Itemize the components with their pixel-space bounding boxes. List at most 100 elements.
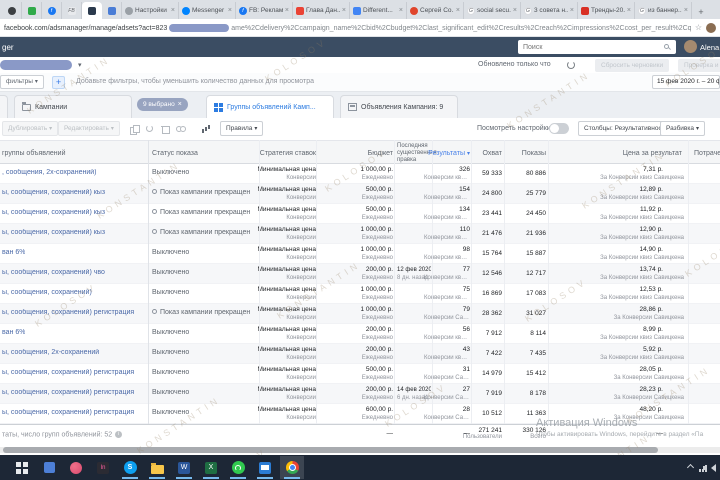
date-range-picker[interactable]: 15 фев 2020 г. – 20 ф: [652, 75, 720, 89]
new-tab-button[interactable]: [694, 5, 708, 19]
table-row[interactable]: ван 6% Выключено Минимальная цена Конверс…: [0, 324, 720, 344]
col-strategy[interactable]: Стратегия ставок: [230, 150, 316, 157]
adset-name-link[interactable]: ы, сообщения, сохранений) регистрация: [2, 309, 134, 316]
adset-name-link[interactable]: ы, сообщения, сохранений) регистрация: [2, 389, 134, 396]
rules-button[interactable]: Правила: [220, 121, 264, 136]
table-row[interactable]: ы, сообщения, 2х-сохранений Выключено Ми…: [0, 344, 720, 364]
close-icon[interactable]: [399, 7, 403, 14]
trash-icon[interactable]: [161, 125, 170, 134]
adset-name-link[interactable]: ван 6%: [2, 329, 25, 336]
adset-name-link[interactable]: ы, сообщения, сохранений) чво: [2, 269, 105, 276]
user-menu[interactable]: Alena: [700, 43, 720, 52]
copy-icon[interactable]: [130, 125, 140, 135]
table-row[interactable]: ы, сообщения, сохранений) кыз Показ камп…: [0, 224, 720, 244]
tab-adsets[interactable]: Группы объявлений Камп...: [206, 95, 334, 118]
browser-tab[interactable]: Gsocial secu...: [464, 2, 521, 19]
explorer-icon[interactable]: [145, 456, 169, 479]
indesign-icon[interactable]: In: [91, 456, 115, 479]
browser-tab[interactable]: fFB: Реклама в...: [236, 2, 293, 19]
start-icon[interactable]: [10, 456, 34, 479]
table-row[interactable]: ы, сообщения, сохранений) регистрация Вы…: [0, 384, 720, 404]
bookmark-star-icon[interactable]: ☆: [695, 23, 702, 32]
duplicate-button[interactable]: Дублировать: [2, 121, 59, 136]
col-results-sorted[interactable]: Результаты: [420, 150, 470, 157]
browser-tab[interactable]: Сергей Со...: [407, 2, 464, 19]
review-publish-button[interactable]: Проверка и публ: [678, 59, 720, 72]
tab-fragment[interactable]: а: [0, 95, 8, 118]
adset-name-link[interactable]: ван 6%: [2, 249, 25, 256]
col-name[interactable]: группы объявлений: [2, 150, 65, 157]
adset-name-link[interactable]: , сообщения, 2х-сохранений): [2, 169, 96, 176]
skype-icon[interactable]: S: [118, 456, 142, 479]
browser-tab[interactable]: Gиз баннер...: [635, 2, 692, 19]
adset-name-link[interactable]: ы, сообщения, сохранений) кыз: [2, 229, 105, 236]
browser-tab[interactable]: Настройки: [122, 2, 179, 19]
table-row[interactable]: ван 6% Выключено Минимальная цена Конверс…: [0, 244, 720, 264]
close-icon[interactable]: [456, 7, 460, 14]
selection-badge[interactable]: 9 выбрано: [137, 98, 188, 111]
tab-ads[interactable]: Объявления Кампания: 9: [340, 95, 458, 118]
adset-name-link[interactable]: ы, сообщения, сохранений) регистрация: [2, 369, 134, 376]
tray-chevron-icon[interactable]: [686, 463, 695, 472]
close-icon[interactable]: [570, 7, 574, 14]
mail-icon[interactable]: [253, 456, 277, 479]
view-settings-toggle[interactable]: [549, 123, 569, 134]
audience-icon[interactable]: [176, 125, 186, 133]
pinned-tab[interactable]: [82, 2, 102, 19]
browser-tab[interactable]: G3 совета н...: [521, 2, 578, 19]
ab-test-icon[interactable]: [146, 125, 153, 132]
browser-tab[interactable]: Different...: [350, 2, 407, 19]
close-icon[interactable]: [171, 7, 175, 14]
close-icon[interactable]: [627, 7, 631, 14]
col-status[interactable]: Статус показа: [152, 150, 198, 157]
clear-selection-icon[interactable]: [178, 98, 182, 111]
table-row[interactable]: , сообщения, 2х-сохранений) Выключено Ми…: [0, 164, 720, 184]
word-icon[interactable]: W: [172, 456, 196, 479]
account-name-redaction[interactable]: [0, 60, 72, 70]
whatsapp-icon[interactable]: [226, 456, 250, 479]
ads-manager-logo[interactable]: ger: [2, 43, 14, 52]
edit-button[interactable]: Редактировать: [58, 121, 120, 136]
search-input[interactable]: [518, 40, 676, 54]
adset-name-link[interactable]: ы, сообщения, сохранений) регистрация: [2, 409, 134, 416]
close-icon[interactable]: [342, 7, 346, 14]
filters-button[interactable]: фильтры: [0, 75, 44, 89]
info-icon[interactable]: [115, 431, 123, 438]
browser-tab[interactable]: Тренды-20...: [578, 2, 635, 19]
add-filter-button[interactable]: [52, 76, 65, 89]
col-budget[interactable]: Бюджет: [318, 150, 393, 157]
chrome-icon[interactable]: [280, 456, 304, 479]
table-row[interactable]: ы, сообщения, сохранений) регистрация По…: [0, 304, 720, 324]
cube-icon[interactable]: [37, 456, 61, 479]
account-dropdown-caret-icon[interactable]: ▾: [78, 61, 82, 69]
adset-name-link[interactable]: ы, сообщения, сохранений) кыз: [2, 209, 105, 216]
avatar[interactable]: [684, 40, 697, 53]
excel-icon[interactable]: X: [199, 456, 223, 479]
col-cost[interactable]: Цена за результат: [560, 150, 682, 157]
table-row[interactable]: ы, сообщения, сохранений) Выключено Мини…: [0, 284, 720, 304]
browser-tab[interactable]: Глава Дан...: [293, 2, 350, 19]
close-icon[interactable]: [285, 7, 289, 14]
col-spent[interactable]: Потрачен: [694, 150, 720, 157]
browser-profile-avatar[interactable]: [706, 22, 716, 33]
pinned-tab[interactable]: [22, 2, 42, 19]
col-impressions[interactable]: Показы: [506, 150, 546, 157]
address-bar[interactable]: facebook.com/adsmanager/manage/adsets?ac…: [0, 19, 720, 37]
table-row[interactable]: ы, сообщения, сохранений) кыз Показ камп…: [0, 184, 720, 204]
close-icon[interactable]: [513, 7, 517, 14]
close-icon[interactable]: [228, 7, 232, 14]
pinned-tab[interactable]: f: [42, 2, 62, 19]
table-row[interactable]: ы, сообщения, сохранений) кыз Показ камп…: [0, 204, 720, 224]
adset-name-link[interactable]: ы, сообщения, 2х-сохранений: [2, 349, 99, 356]
adset-name-link[interactable]: ы, сообщения, сохранений): [2, 289, 92, 296]
pinned-tab[interactable]: FB: [62, 2, 82, 19]
close-icon[interactable]: [684, 7, 688, 14]
adset-name-link[interactable]: ы, сообщения, сохранений) кыз: [2, 189, 105, 196]
charts-icon[interactable]: [202, 125, 211, 133]
table-row[interactable]: ы, сообщения, сохранений) регистрация Вы…: [0, 364, 720, 384]
browser-tab[interactable]: Messenger: [179, 2, 236, 19]
horizontal-scrollbar[interactable]: [0, 447, 720, 453]
scrollbar-thumb[interactable]: [3, 447, 658, 453]
tab-campaigns[interactable]: Кампании: [14, 95, 132, 118]
url-text[interactable]: facebook.com/adsmanager/manage/adsets?ac…: [4, 23, 691, 32]
